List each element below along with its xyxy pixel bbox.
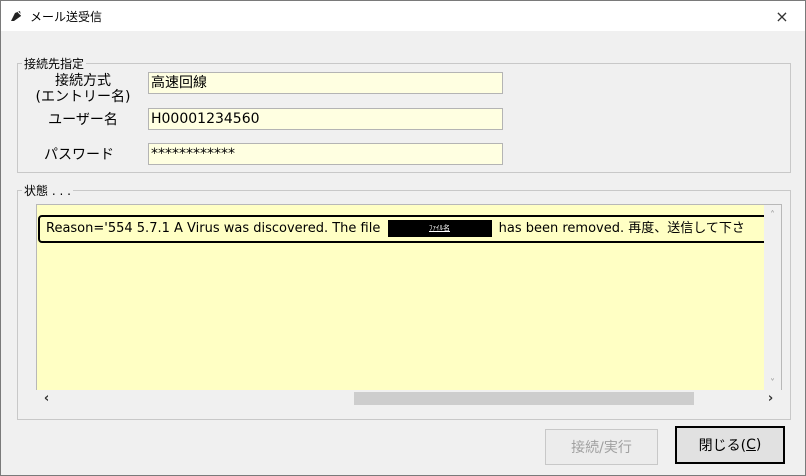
close-mnemonic: C	[746, 437, 756, 453]
connection-method-label: 接続方式 (エントリー名)	[35, 73, 131, 105]
title-bar: メール送受信 ×	[1, 1, 805, 31]
scroll-up-icon[interactable]: ˄	[764, 207, 781, 224]
vertical-scrollbar[interactable]: ˄ ˅	[764, 205, 781, 392]
message-suffix: has been removed. 再度、送信して下さ	[498, 221, 745, 236]
redacted-filename: ﾌｧｲﾙ名	[387, 220, 492, 237]
connect-execute-button[interactable]: 接続/実行	[545, 429, 658, 465]
close-window-button[interactable]: ×	[759, 1, 805, 31]
username-field[interactable]: H00001234560	[148, 108, 503, 130]
connection-group-legend: 接続先指定	[24, 57, 85, 71]
username-label: ユーザー名	[48, 112, 118, 128]
scroll-right-icon[interactable]: ›	[762, 390, 779, 407]
status-log[interactable]: Reason='554 5.7.1 A Virus was discovered…	[36, 204, 782, 393]
pen-nib-icon	[11, 11, 22, 21]
status-group-legend: 状態 . . .	[24, 184, 71, 198]
status-message: Reason='554 5.7.1 A Virus was discovered…	[38, 215, 781, 243]
connection-method-field[interactable]: 高速回線	[148, 72, 503, 94]
password-field[interactable]: ************	[148, 143, 503, 165]
horizontal-scrollbar[interactable]: ‹ ›	[36, 390, 782, 407]
mail-window: メール送受信 × 接続先指定 接続方式 (エントリー名) 高速回線 ユーザー名 …	[0, 0, 806, 476]
window-title: メール送受信	[30, 10, 103, 24]
scroll-left-icon[interactable]: ‹	[38, 390, 55, 407]
password-label: パスワード	[44, 147, 114, 163]
horizontal-scroll-thumb[interactable]	[354, 392, 694, 405]
close-button[interactable]: 閉じる(C)	[675, 426, 785, 464]
message-prefix: Reason='554 5.7.1 A Virus was discovered…	[46, 221, 381, 236]
